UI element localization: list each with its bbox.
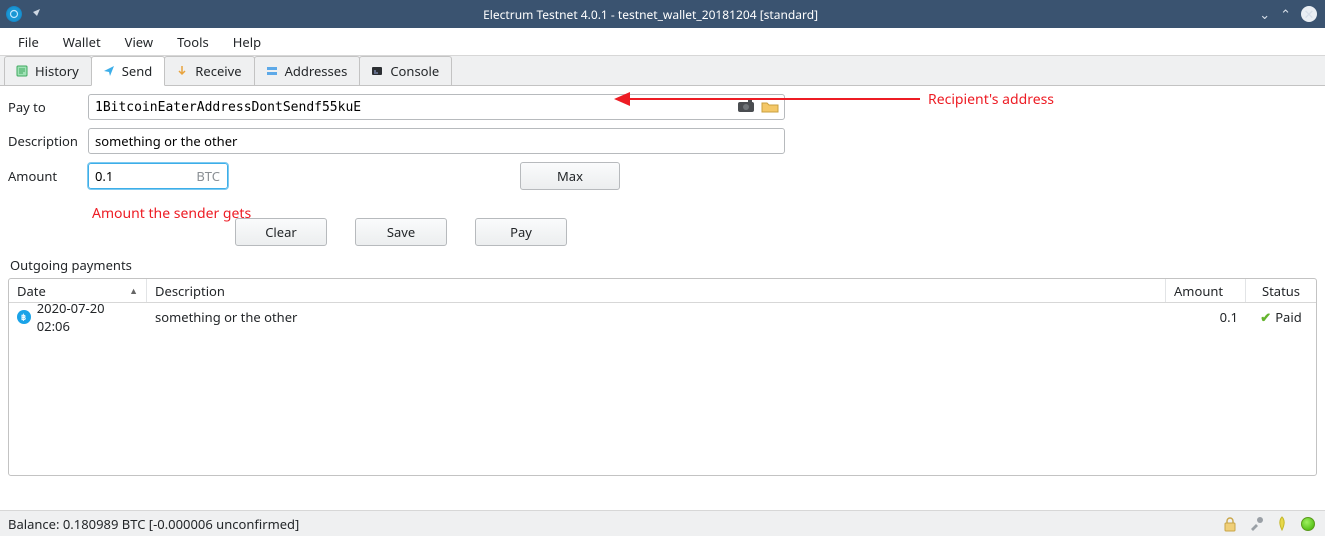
- check-icon: ✔: [1260, 308, 1271, 326]
- tab-history[interactable]: History: [4, 56, 92, 85]
- outgoing-heading: Outgoing payments: [10, 256, 1315, 274]
- console-icon: [370, 64, 384, 78]
- pin-icon[interactable]: [30, 6, 42, 23]
- annotation-arrow-head: [614, 92, 630, 106]
- tab-addresses[interactable]: Addresses: [254, 56, 361, 85]
- table-header: Date ▲ Description Amount Status: [9, 279, 1316, 303]
- tab-receive[interactable]: Receive: [164, 56, 254, 85]
- maximize-button[interactable]: ⌃: [1280, 5, 1291, 23]
- seed-icon[interactable]: [1273, 515, 1291, 533]
- tab-addresses-label: Addresses: [285, 62, 348, 80]
- description-label: Description: [8, 132, 88, 150]
- tab-history-label: History: [35, 62, 79, 80]
- annotation-arrow-line: [630, 98, 920, 100]
- sort-asc-icon: ▲: [129, 284, 138, 297]
- tab-console-label: Console: [390, 62, 439, 80]
- col-date-label: Date: [17, 282, 46, 300]
- minimize-button[interactable]: ⌄: [1259, 5, 1270, 23]
- amount-label: Amount: [8, 167, 88, 185]
- description-input[interactable]: [88, 128, 785, 154]
- menu-file[interactable]: File: [6, 29, 51, 55]
- tools-icon[interactable]: [1247, 515, 1265, 533]
- menu-tools[interactable]: Tools: [165, 29, 221, 55]
- menu-view[interactable]: View: [113, 29, 165, 55]
- history-icon: [15, 64, 29, 78]
- cell-description: something or the other: [147, 308, 1166, 326]
- svg-text:฿: ฿: [21, 313, 26, 321]
- annotation-amount: Amount the sender gets: [92, 204, 251, 223]
- payto-label: Pay to: [8, 98, 88, 116]
- amount-input[interactable]: [88, 163, 228, 189]
- pay-button[interactable]: Pay: [475, 218, 567, 246]
- tab-send[interactable]: Send: [91, 56, 166, 86]
- balance-text: Balance: 0.180989 BTC [-0.000006 unconfi…: [8, 515, 299, 533]
- annotation-recipient: Recipient's address: [928, 90, 1054, 109]
- cell-date: 2020-07-20 02:06: [37, 299, 139, 335]
- close-button[interactable]: ✕: [1301, 6, 1317, 22]
- send-icon: [102, 64, 116, 78]
- cell-status: Paid: [1275, 308, 1302, 326]
- statusbar: Balance: 0.180989 BTC [-0.000006 unconfi…: [0, 510, 1325, 536]
- lock-icon[interactable]: [1221, 515, 1239, 533]
- window-titlebar: Electrum Testnet 4.0.1 - testnet_wallet_…: [0, 0, 1325, 28]
- col-status[interactable]: Status: [1246, 279, 1316, 302]
- menu-help[interactable]: Help: [221, 29, 273, 55]
- tabbar: History Send Receive Addresses Console: [0, 56, 1325, 86]
- receive-icon: [175, 64, 189, 78]
- outgoing-table: Date ▲ Description Amount Status ฿ 2020-…: [8, 278, 1317, 476]
- menubar: File Wallet View Tools Help: [0, 28, 1325, 56]
- tab-send-label: Send: [122, 62, 153, 80]
- save-button[interactable]: Save: [355, 218, 447, 246]
- app-icon: [6, 6, 22, 22]
- bitcoin-icon: ฿: [17, 310, 31, 324]
- network-status-icon[interactable]: [1299, 515, 1317, 533]
- window-title: Electrum Testnet 4.0.1 - testnet_wallet_…: [42, 6, 1259, 23]
- tab-receive-label: Receive: [195, 62, 241, 80]
- tab-console[interactable]: Console: [359, 56, 452, 85]
- menu-wallet[interactable]: Wallet: [51, 29, 113, 55]
- table-row[interactable]: ฿ 2020-07-20 02:06 something or the othe…: [9, 303, 1316, 331]
- addresses-icon: [265, 64, 279, 78]
- cell-amount: 0.1: [1166, 308, 1246, 326]
- col-amount[interactable]: Amount: [1166, 279, 1246, 302]
- max-button[interactable]: Max: [520, 162, 620, 190]
- col-description[interactable]: Description: [147, 279, 1166, 302]
